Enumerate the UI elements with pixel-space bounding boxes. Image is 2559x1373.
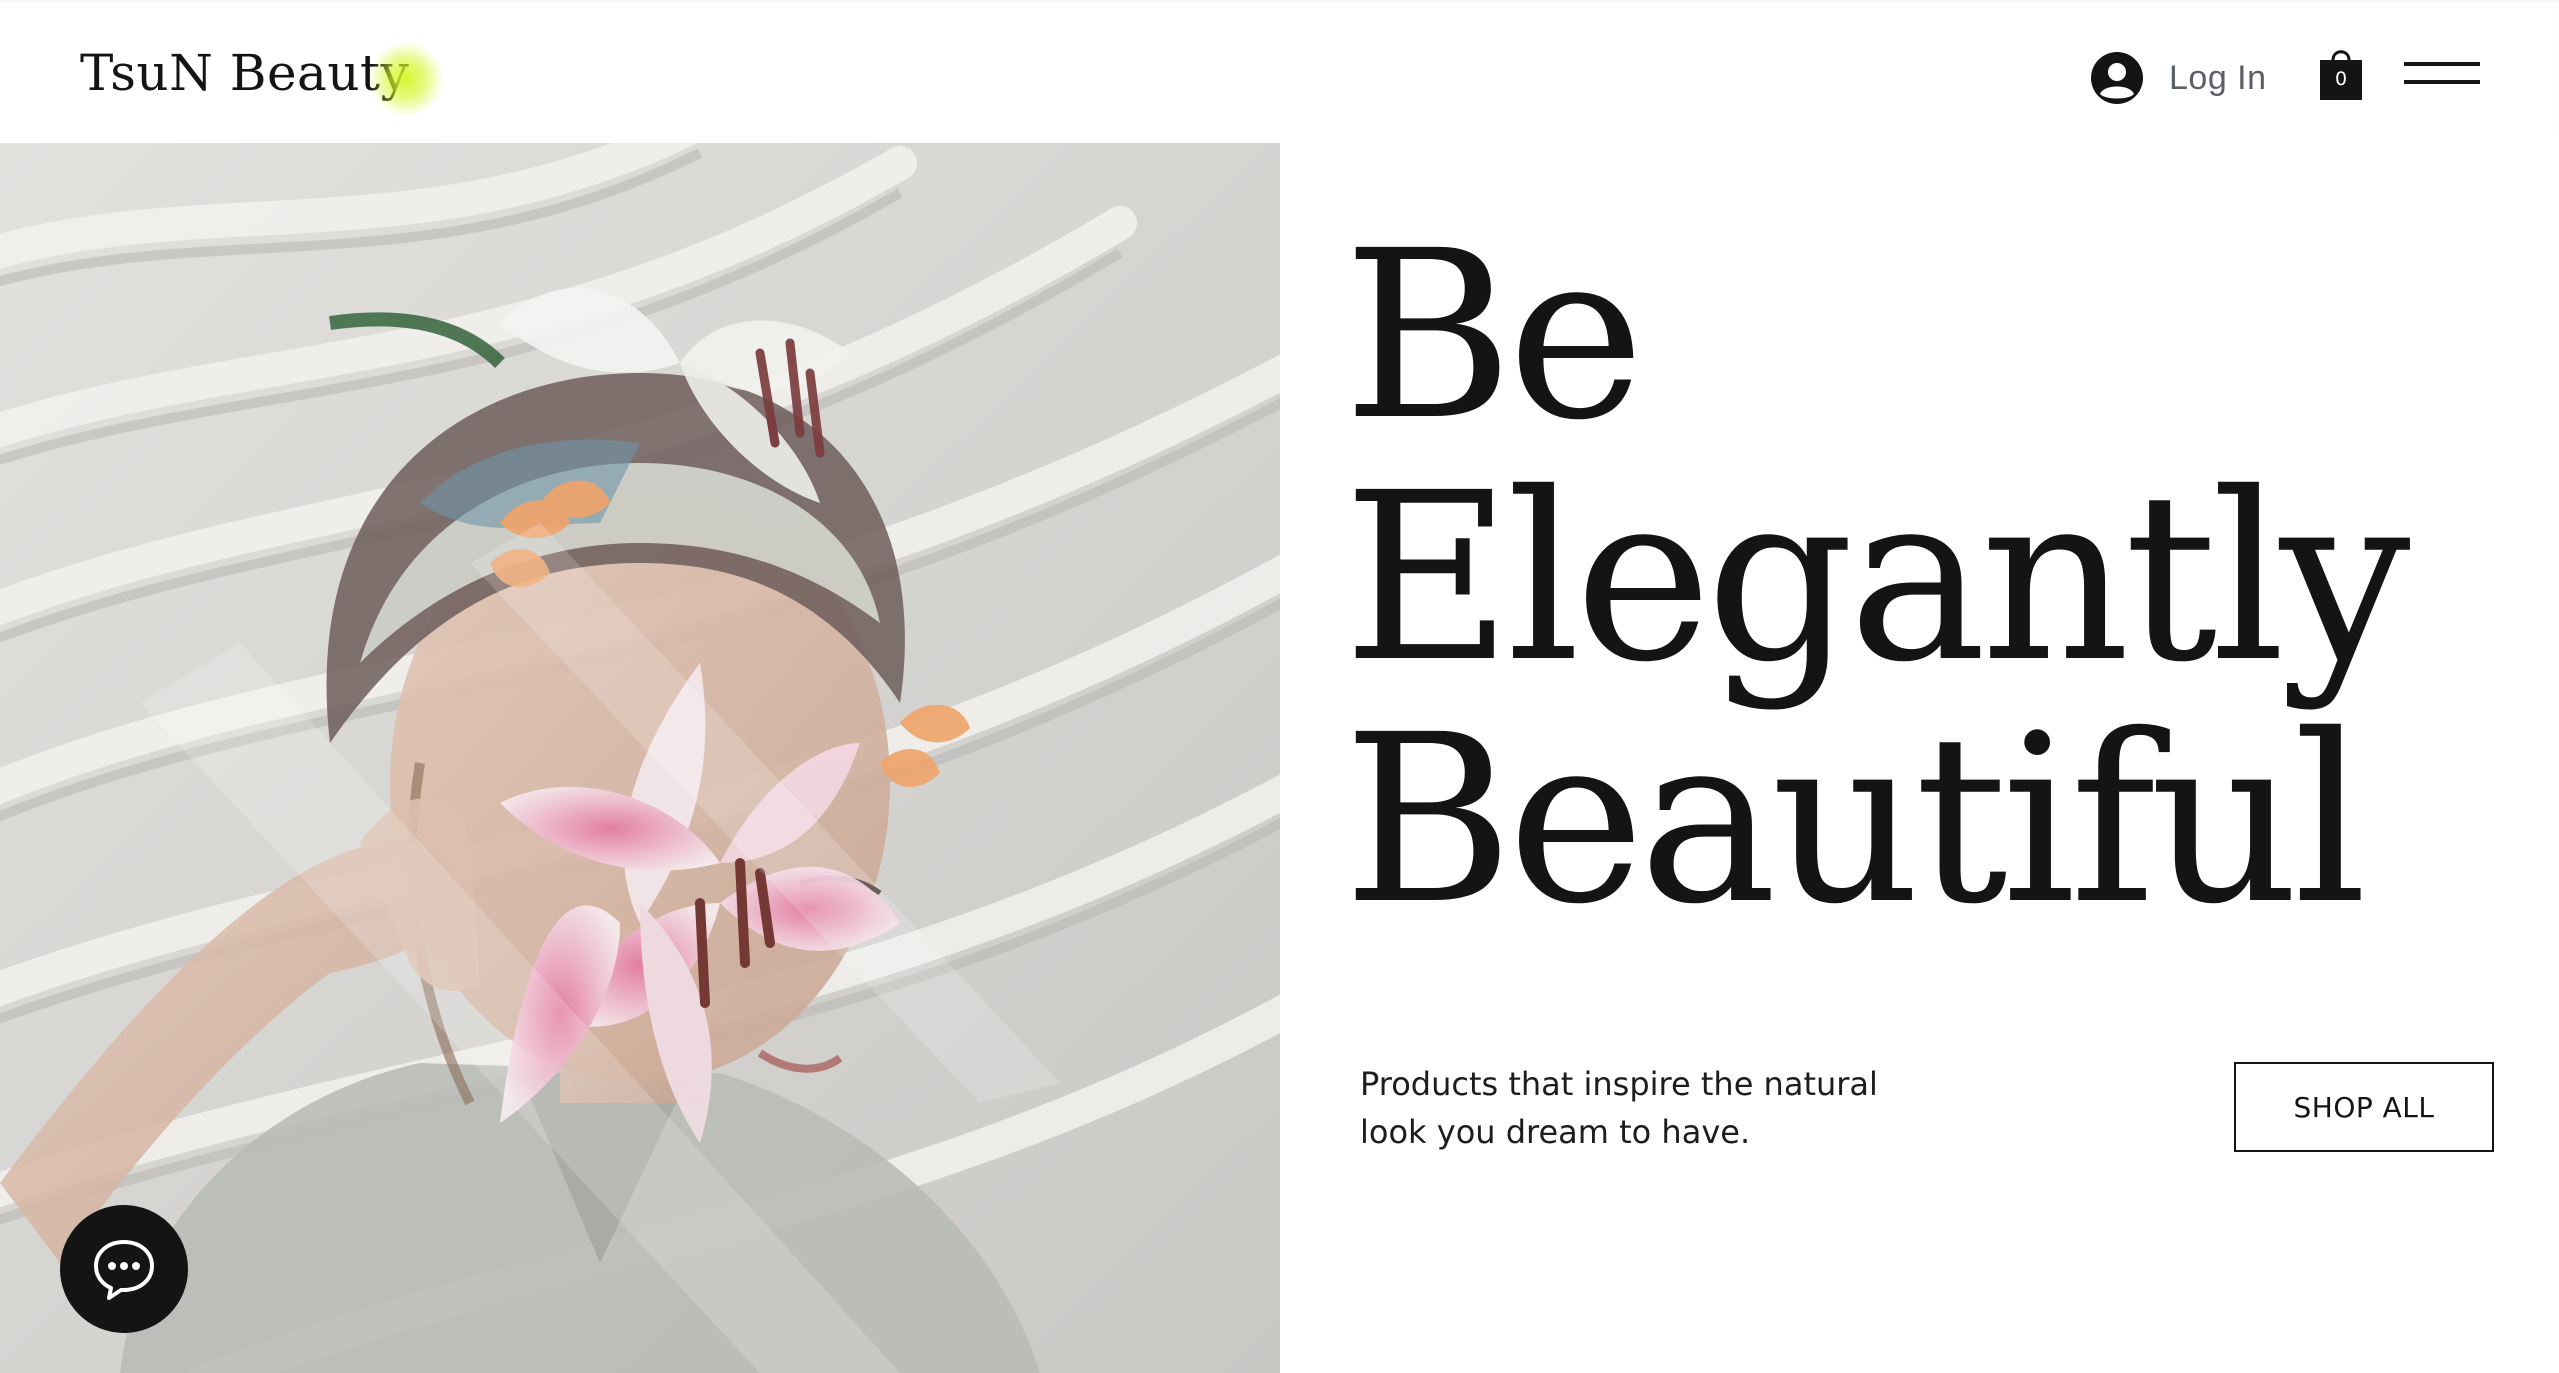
chat-bubble-icon: [94, 1240, 154, 1300]
login-button[interactable]: Log In: [2091, 50, 2267, 106]
logo-accent-dot: [368, 41, 444, 117]
hero-image: [0, 143, 1280, 1373]
hamburger-menu-icon[interactable]: [2404, 58, 2480, 88]
shop-all-button[interactable]: SHOP ALL: [2234, 1062, 2494, 1152]
chat-button[interactable]: [60, 1205, 188, 1333]
headline-line: Elegantly: [1343, 443, 2411, 713]
cart-button[interactable]: 0: [2318, 44, 2364, 102]
menu-line: [2404, 62, 2480, 66]
menu-line: [2404, 80, 2480, 84]
site-header: TsuN Beauty Log In 0: [0, 0, 2559, 143]
hero-tagline: Products that inspire the natural look y…: [1360, 1065, 1878, 1151]
user-avatar-icon: [2091, 52, 2143, 104]
cart-count: 0: [2334, 68, 2348, 90]
logo-text[interactable]: TsuN Beauty: [80, 44, 409, 102]
headline-line: Beautiful: [1343, 685, 2367, 955]
hero-headline: Be Elegantly Beautiful: [1343, 215, 2543, 941]
logo[interactable]: TsuN Beauty: [80, 38, 444, 117]
headline-line: Be: [1343, 201, 1645, 471]
login-label[interactable]: Log In: [2169, 59, 2267, 98]
